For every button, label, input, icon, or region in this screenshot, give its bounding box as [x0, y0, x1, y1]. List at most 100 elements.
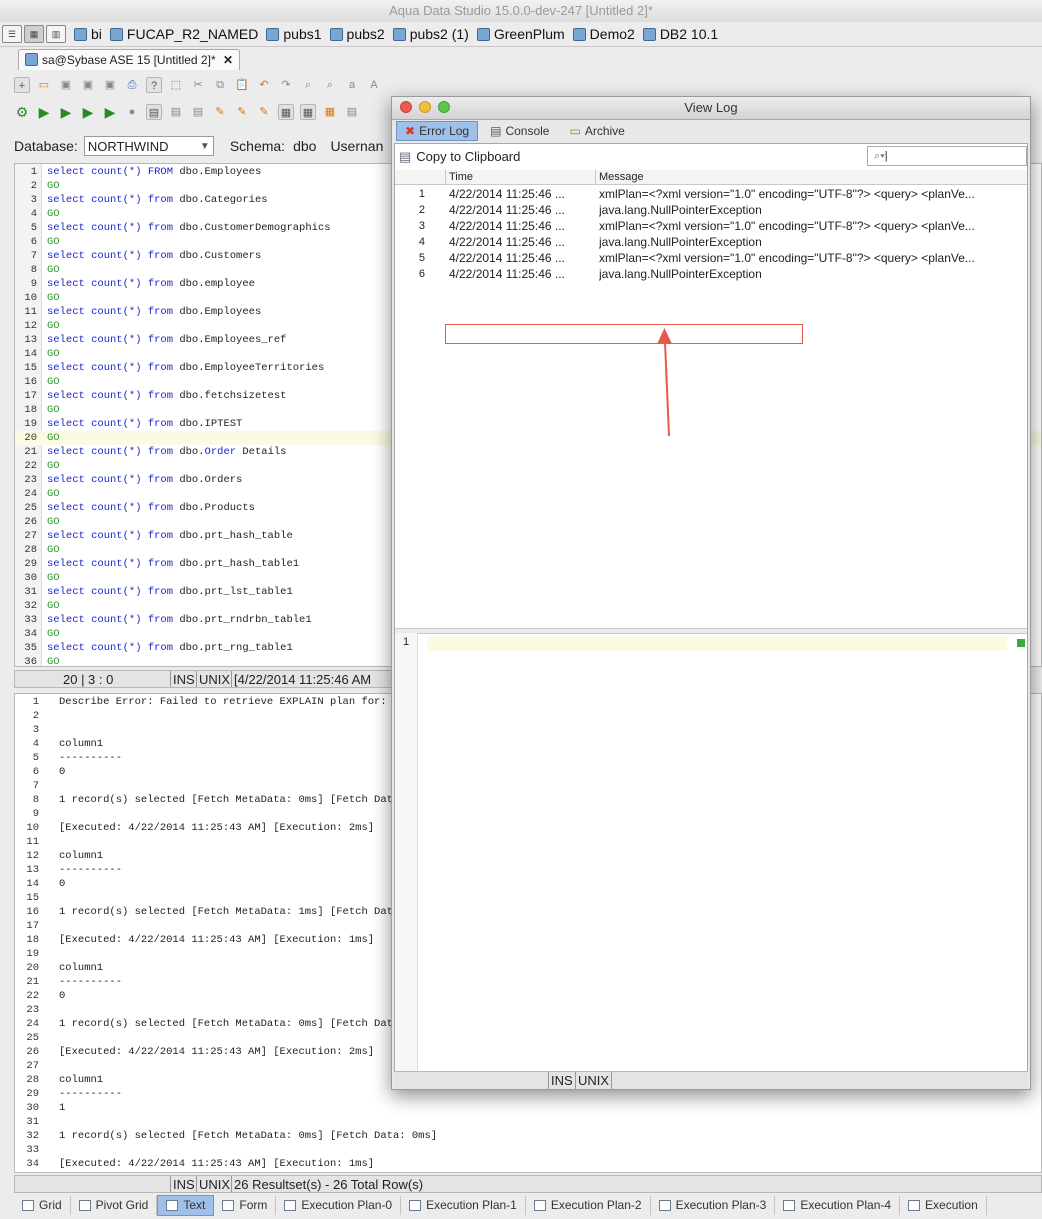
- code-token: dbo.prt_rng_table1: [173, 642, 293, 654]
- connection-3[interactable]: pubs2: [329, 26, 385, 42]
- comment-icon[interactable]: ✎: [234, 104, 250, 120]
- log-row[interactable]: 5 4/22/2014 11:25:46 ... xmlPlan=<?xml ver…: [395, 250, 1027, 266]
- execute-icon[interactable]: ▶: [36, 104, 52, 120]
- copy-icon[interactable]: ⧉: [212, 77, 228, 93]
- save-all-icon[interactable]: ▣: [102, 77, 118, 93]
- cut-icon[interactable]: ✂: [190, 77, 206, 93]
- result-text: ----------: [59, 864, 123, 876]
- tab-console[interactable]: ▤ Console: [482, 122, 557, 140]
- history-icon[interactable]: ▤: [344, 104, 360, 120]
- icon-view-button[interactable]: ▥: [46, 25, 66, 43]
- error-log-panel: ▤ Copy to Clipboard ⌕▾| Time Message 1 4/2…: [394, 143, 1028, 1087]
- tab-label: Text: [183, 1198, 206, 1212]
- database-dropdown[interactable]: NORTHWIND ▼: [83, 136, 214, 156]
- tab-execution-plan-2[interactable]: Execution Plan-2: [526, 1195, 651, 1215]
- connection-4[interactable]: pubs2 (1): [392, 26, 469, 42]
- line-number: 16: [24, 376, 37, 388]
- line-number: 5: [32, 752, 39, 764]
- column-header-time[interactable]: Time: [445, 170, 473, 184]
- select-icon[interactable]: ⬚: [168, 77, 184, 93]
- save-as-icon[interactable]: ▣: [80, 77, 96, 93]
- minimize-window-button[interactable]: [419, 101, 431, 113]
- toolbar-file: + ▭ ▣ ▣ ▣ ⎙ ? ⬚ ✂ ⧉ 📋 ↶ ↷ ⌕ ⌕ a A: [14, 73, 394, 97]
- line-number: 6: [32, 766, 39, 778]
- tab-execution-plan-0[interactable]: Execution Plan-0: [276, 1195, 402, 1215]
- line-number: 7: [30, 250, 37, 262]
- tab-pivot-grid[interactable]: Pivot Grid: [71, 1195, 158, 1215]
- document-tab[interactable]: sa@Sybase ASE 15 [Untitled 2]* ✕: [18, 49, 240, 70]
- tab-execution[interactable]: Execution: [900, 1195, 987, 1215]
- batch-separator: GO: [47, 236, 60, 248]
- find-replace-icon[interactable]: ⌕: [322, 77, 338, 93]
- zoom-window-button[interactable]: [438, 101, 450, 113]
- code-token: select count(*): [47, 166, 142, 178]
- tab-execution-plan-3[interactable]: Execution Plan-3: [651, 1195, 776, 1215]
- decrease-font-icon[interactable]: a: [344, 77, 360, 93]
- tab-grid[interactable]: Grid: [14, 1195, 71, 1215]
- log-row[interactable]: 3 4/22/2014 11:25:46 ... xmlPlan=<?xml ver…: [395, 218, 1027, 234]
- results-status-bar: INS UNIX 26 Resultset(s) - 26 Total Row(…: [14, 1175, 1042, 1193]
- row-message: java.lang.NullPointerException: [599, 203, 762, 217]
- log-row[interactable]: 4 4/22/2014 11:25:46 ... java.lang.NullPoi…: [395, 234, 1027, 250]
- new-file-icon[interactable]: +: [14, 77, 30, 93]
- close-tab-icon[interactable]: ✕: [223, 50, 233, 70]
- line-number: 24: [24, 488, 37, 500]
- log-row[interactable]: 6 4/22/2014 11:25:46 ... java.lang.NullPoi…: [395, 266, 1027, 282]
- line-number: 19: [26, 948, 39, 960]
- result-view-tabs: Grid Pivot Grid Text Form Execution Plan-0 Ex…: [14, 1194, 1042, 1216]
- list-view-button[interactable]: ☰: [2, 25, 22, 43]
- tab-label: Execution Plan-0: [301, 1198, 393, 1212]
- execute-explain-icon[interactable]: ▶: [102, 104, 118, 120]
- open-file-icon[interactable]: ▭: [36, 77, 52, 93]
- uncomment-icon[interactable]: ✎: [256, 104, 272, 120]
- connection-5[interactable]: GreenPlum: [476, 26, 565, 42]
- rollback-icon[interactable]: ▤: [190, 104, 206, 120]
- results-text-icon[interactable]: ▦: [300, 104, 316, 120]
- execute-all-icon[interactable]: ⚙: [14, 104, 30, 120]
- line-number: 18: [26, 934, 39, 946]
- auto-commit-icon[interactable]: ▤: [146, 104, 162, 120]
- undo-icon[interactable]: ↶: [256, 77, 272, 93]
- execute-selected-icon[interactable]: ▶: [80, 104, 96, 120]
- tab-label: Pivot Grid: [95, 1198, 149, 1212]
- log-row[interactable]: 2 4/22/2014 11:25:46 ... java.lang.NullPoi…: [395, 202, 1027, 218]
- connection-0[interactable]: bi: [74, 26, 102, 42]
- log-detail-editor[interactable]: 1: [395, 633, 1027, 1077]
- schema-value[interactable]: dbo: [293, 138, 316, 154]
- result-line: 34 [Executed: 4/22/2014 11:25:43 AM] [Exe…: [15, 1157, 374, 1171]
- format-icon[interactable]: ✎: [212, 104, 228, 120]
- commit-icon[interactable]: ▤: [168, 104, 184, 120]
- save-icon[interactable]: ▣: [58, 77, 74, 93]
- tab-error-log[interactable]: ✖ Error Log: [396, 121, 479, 141]
- line-number: 11: [24, 306, 37, 318]
- tab-execution-plan-1[interactable]: Execution Plan-1: [401, 1195, 526, 1215]
- tab-execution-plan-4[interactable]: Execution Plan-4: [775, 1195, 901, 1215]
- redo-icon[interactable]: ↷: [278, 77, 294, 93]
- tab-text[interactable]: Text: [157, 1194, 215, 1216]
- query-options-icon[interactable]: ?: [146, 77, 162, 93]
- copy-to-clipboard-button[interactable]: ▤ Copy to Clipboard: [399, 147, 520, 167]
- results-file-icon[interactable]: ▦: [322, 104, 338, 120]
- find-icon[interactable]: ⌕: [300, 77, 316, 93]
- stop-icon[interactable]: ●: [124, 104, 140, 120]
- line-number: 30: [24, 572, 37, 584]
- connection-2[interactable]: pubs1: [266, 26, 322, 42]
- tree-view-button[interactable]: ▦: [24, 25, 44, 43]
- connection-7[interactable]: DB2 10.1: [642, 26, 718, 42]
- increase-font-icon[interactable]: A: [366, 77, 382, 93]
- line-number: 1: [30, 166, 37, 178]
- connection-1[interactable]: FUCAP_R2_NAMED: [109, 26, 258, 42]
- close-window-button[interactable]: [400, 101, 412, 113]
- paste-icon[interactable]: 📋: [234, 77, 250, 93]
- line-number: 24: [26, 1018, 39, 1030]
- column-header-message[interactable]: Message: [595, 170, 644, 184]
- toolbar-execute: ⚙ ▶ ▶ ▶ ▶ ● ▤ ▤ ▤ ✎ ✎ ✎ ▦ ▦ ▦ ▤: [14, 100, 394, 124]
- log-row[interactable]: 1 4/22/2014 11:25:46 ... xmlPlan=<?xml ver…: [395, 186, 1027, 202]
- tab-form[interactable]: Form: [214, 1195, 277, 1215]
- connection-6[interactable]: Demo2: [572, 26, 635, 42]
- print-icon[interactable]: ⎙: [124, 77, 140, 93]
- execute-current-icon[interactable]: ▶: [58, 104, 74, 120]
- log-search-input[interactable]: ⌕▾|: [867, 146, 1027, 166]
- results-grid-icon[interactable]: ▦: [278, 104, 294, 120]
- tab-archive[interactable]: ▭ Archive: [561, 122, 632, 140]
